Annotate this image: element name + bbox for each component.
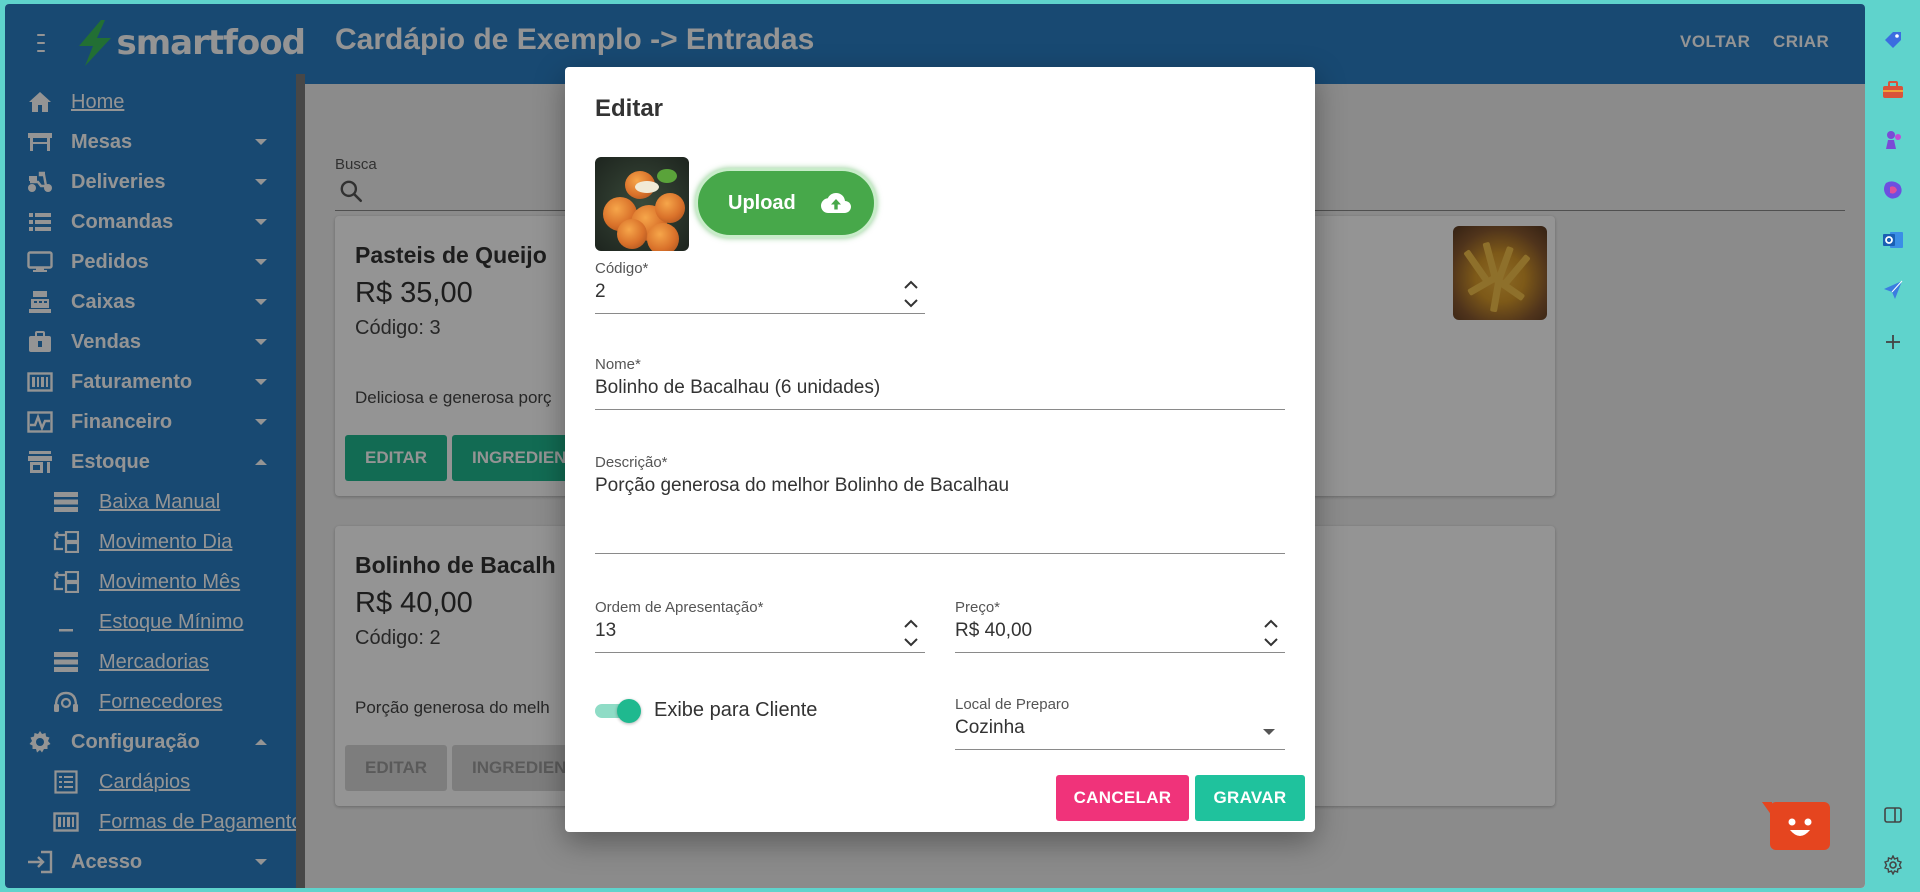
add-icon[interactable] xyxy=(1881,330,1905,354)
upload-button[interactable]: Upload xyxy=(695,168,877,238)
code-input[interactable]: 2 xyxy=(595,281,925,303)
code-stepper-icon[interactable] xyxy=(903,278,919,310)
description-field[interactable]: Descrição* Porção generosa do melhor Bol… xyxy=(595,454,1285,554)
price-input[interactable]: R$ 40,00 xyxy=(955,620,1285,642)
description-textarea[interactable]: Porção generosa do melhor Bolinho de Bac… xyxy=(595,475,1285,497)
toolbox-icon[interactable] xyxy=(1881,78,1905,102)
chat-face-icon xyxy=(1788,818,1812,836)
order-input[interactable]: 13 xyxy=(595,620,925,642)
description-label: Descrição* xyxy=(595,454,668,471)
name-input[interactable]: Bolinho de Bacalhau (6 unidades) xyxy=(595,377,1285,399)
order-field[interactable]: Ordem de Apresentação* 13 xyxy=(595,599,925,653)
browser-side-panel xyxy=(1865,0,1920,892)
price-field[interactable]: Preço* R$ 40,00 xyxy=(955,599,1285,653)
price-stepper-icon[interactable] xyxy=(1263,617,1279,649)
dropdown-arrow-icon xyxy=(1263,729,1275,735)
price-label: Preço* xyxy=(955,599,1001,616)
edit-dialog: Editar Upload Código* 2 Nome* Bolinho de… xyxy=(565,67,1315,832)
prep-location-value: Cozinha xyxy=(955,717,1025,738)
show-to-client-toggle[interactable] xyxy=(595,699,643,723)
tag-icon[interactable] xyxy=(1881,28,1905,52)
code-label: Código* xyxy=(595,260,649,277)
chess-piece-icon[interactable] xyxy=(1881,128,1905,152)
order-stepper-icon[interactable] xyxy=(903,617,919,649)
show-to-client-label: Exibe para Cliente xyxy=(654,699,818,721)
chat-widget-button[interactable] xyxy=(1762,802,1830,850)
copilot-icon[interactable] xyxy=(1881,178,1905,202)
cloud-upload-icon xyxy=(820,193,851,213)
upload-label: Upload xyxy=(728,191,796,214)
name-field[interactable]: Nome* Bolinho de Bacalhau (6 unidades) xyxy=(595,356,1285,410)
dialog-title: Editar xyxy=(595,95,664,122)
prep-location-select[interactable]: Local de Preparo Cozinha xyxy=(955,696,1285,750)
gear-icon[interactable] xyxy=(1881,853,1905,877)
name-label: Nome* xyxy=(595,356,641,373)
sidebar-toggle-icon[interactable] xyxy=(1881,803,1905,827)
order-label: Ordem de Apresentação* xyxy=(595,599,764,616)
prep-location-label: Local de Preparo xyxy=(955,696,1070,713)
save-button[interactable]: GRAVAR xyxy=(1195,775,1305,821)
outlook-icon[interactable] xyxy=(1881,228,1905,252)
cancel-button[interactable]: CANCELAR xyxy=(1056,775,1189,821)
send-icon[interactable] xyxy=(1881,278,1905,302)
product-thumbnail xyxy=(595,157,689,251)
code-field[interactable]: Código* 2 xyxy=(595,260,925,314)
app-window: smartfood Home Mesas Deliveries Comandas Ped… xyxy=(5,4,1865,888)
